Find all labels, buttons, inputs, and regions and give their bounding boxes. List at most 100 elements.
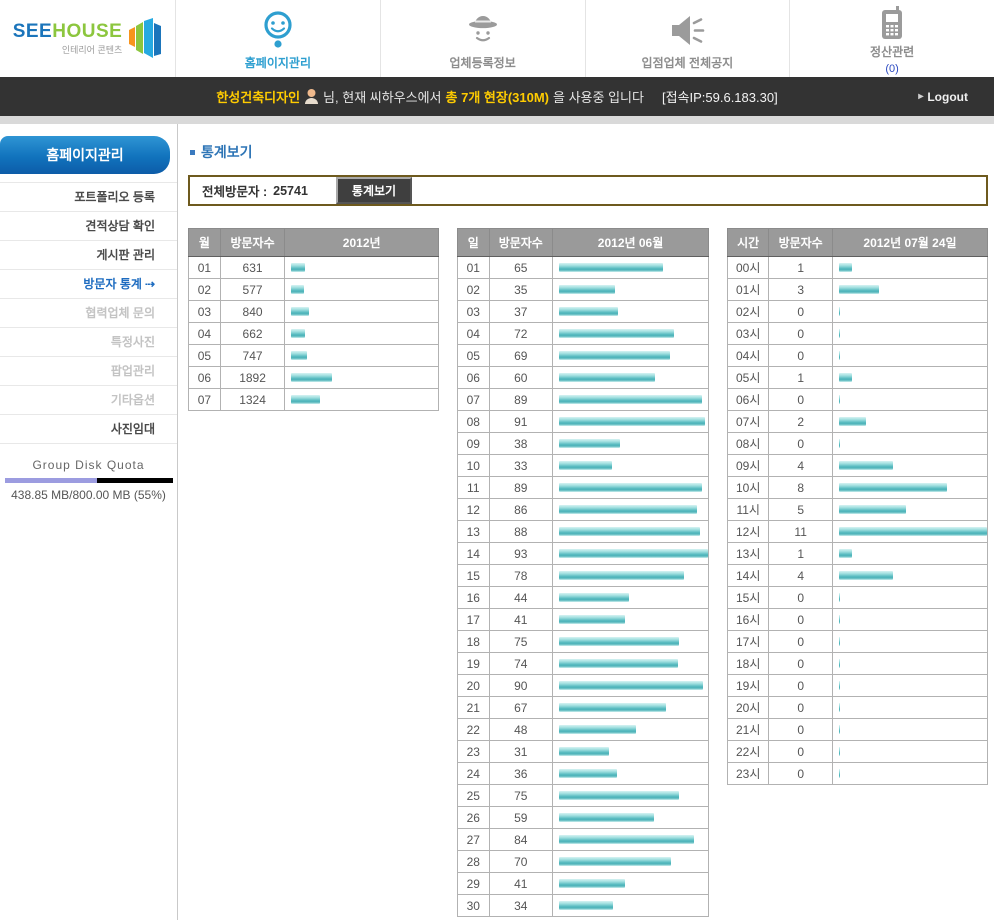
status-text-after: 을 사용중 입니다 bbox=[553, 87, 644, 106]
visitor-bar bbox=[839, 527, 987, 536]
sidebar-item[interactable]: 방문자 통계⇢ bbox=[0, 270, 177, 299]
period-cell: 17시 bbox=[728, 631, 769, 653]
bar-cell bbox=[285, 257, 439, 279]
bar-cell bbox=[832, 345, 987, 367]
visitors-count-cell: 59 bbox=[489, 807, 553, 829]
period-cell: 15 bbox=[458, 565, 489, 587]
visitor-bar bbox=[559, 527, 700, 536]
nav-item-notice-all[interactable]: 입점업체 전체공지 bbox=[585, 0, 790, 77]
visitors-count-cell: 0 bbox=[769, 609, 833, 631]
nav-item-homepage-manage[interactable]: 홈페이지관리 bbox=[175, 0, 380, 77]
bar-cell bbox=[553, 763, 709, 785]
bar-cell bbox=[285, 389, 439, 411]
column-header: 월 bbox=[189, 229, 221, 257]
visitors-count-cell: 72 bbox=[489, 323, 553, 345]
table-row: 0891 bbox=[458, 411, 709, 433]
settlement-count-badge: (0) bbox=[885, 63, 898, 75]
status-text-before: 님, 현재 씨하우스에서 bbox=[323, 87, 441, 106]
period-cell: 18시 bbox=[728, 653, 769, 675]
visitor-bar bbox=[291, 329, 305, 338]
visitor-bar bbox=[559, 703, 666, 712]
sidebar-item[interactable]: 포트폴리오 등록 bbox=[0, 183, 177, 212]
column-header: 2012년 bbox=[285, 229, 439, 257]
stats-tables: 월방문자수2012년016310257703840046620574706189… bbox=[188, 228, 988, 917]
visitor-bar bbox=[839, 417, 866, 426]
nav-item-settlement[interactable]: 정산관련 (0) bbox=[789, 0, 994, 77]
total-visitors-label: 전체방문자 : bbox=[202, 181, 267, 200]
table-row: 2248 bbox=[458, 719, 709, 741]
period-cell: 06 bbox=[458, 367, 489, 389]
visitor-bar bbox=[559, 681, 703, 690]
period-cell: 15시 bbox=[728, 587, 769, 609]
period-cell: 02 bbox=[189, 279, 221, 301]
view-stats-button[interactable]: 통계보기 bbox=[336, 177, 412, 204]
visitor-bar bbox=[839, 483, 947, 492]
visitors-count-cell: 8 bbox=[769, 477, 833, 499]
logo[interactable]: SEEHOUSE 인테리어 콘텐츠 bbox=[0, 0, 175, 77]
column-header: 2012년 06월 bbox=[553, 229, 709, 257]
visitors-count-cell: 31 bbox=[489, 741, 553, 763]
bar-cell bbox=[553, 697, 709, 719]
quota-text: 438.85 MB/800.00 MB (55%) bbox=[0, 488, 177, 502]
sidebar-menu: 포트폴리오 등록견적상담 확인게시판 관리방문자 통계⇢협력업체 문의특정사진팝… bbox=[0, 182, 177, 444]
bar-cell bbox=[553, 829, 709, 851]
table-row: 05시1 bbox=[728, 367, 988, 389]
bar-cell bbox=[553, 521, 709, 543]
period-cell: 29 bbox=[458, 873, 489, 895]
bar-cell bbox=[832, 477, 987, 499]
table-row: 2784 bbox=[458, 829, 709, 851]
period-cell: 20 bbox=[458, 675, 489, 697]
sidebar-item[interactable]: 게시판 관리 bbox=[0, 241, 177, 270]
table-row: 2436 bbox=[458, 763, 709, 785]
bar-cell bbox=[553, 587, 709, 609]
page-title: 통계보기 bbox=[201, 142, 253, 162]
table-row: 2941 bbox=[458, 873, 709, 895]
logout-button[interactable]: ▸ Logout bbox=[918, 77, 968, 116]
top-header: SEEHOUSE 인테리어 콘텐츠 bbox=[0, 0, 994, 77]
nav-item-company-info[interactable]: 업체등록정보 bbox=[380, 0, 585, 77]
visitor-bar bbox=[559, 505, 697, 514]
table-row: 1189 bbox=[458, 477, 709, 499]
sidebar-item[interactable]: 기타옵션 bbox=[0, 386, 177, 415]
visitor-bar bbox=[839, 747, 840, 756]
visitor-bar bbox=[559, 285, 615, 294]
table-row: 02577 bbox=[189, 279, 439, 301]
bar-cell bbox=[553, 367, 709, 389]
table-row: 04662 bbox=[189, 323, 439, 345]
bar-cell bbox=[553, 345, 709, 367]
table-row: 3034 bbox=[458, 895, 709, 917]
nav-label: 정산관련 bbox=[870, 43, 914, 60]
sidebar-item[interactable]: 협력업체 문의 bbox=[0, 299, 177, 328]
visitor-bar bbox=[839, 593, 840, 602]
period-cell: 19 bbox=[458, 653, 489, 675]
bar-cell bbox=[832, 389, 987, 411]
table-row: 16시0 bbox=[728, 609, 988, 631]
visitors-count-cell: 74 bbox=[489, 653, 553, 675]
smiley-pin-icon bbox=[260, 11, 296, 51]
sidebar-item[interactable]: 팝업관리 bbox=[0, 357, 177, 386]
sidebar-item[interactable]: 특정사진 bbox=[0, 328, 177, 357]
bar-cell bbox=[832, 279, 987, 301]
table-row: 02시0 bbox=[728, 301, 988, 323]
visitors-count-cell: 89 bbox=[489, 477, 553, 499]
table-row: 0789 bbox=[458, 389, 709, 411]
title-bullet-icon bbox=[190, 150, 195, 155]
visitors-count-cell: 662 bbox=[220, 323, 285, 345]
monthly-stats-table: 월방문자수2012년016310257703840046620574706189… bbox=[188, 228, 439, 411]
visitors-count-cell: 0 bbox=[769, 719, 833, 741]
table-row: 2167 bbox=[458, 697, 709, 719]
visitors-count-cell: 41 bbox=[489, 609, 553, 631]
table-row: 1741 bbox=[458, 609, 709, 631]
sidebar-item[interactable]: 견적상담 확인 bbox=[0, 212, 177, 241]
period-cell: 10 bbox=[458, 455, 489, 477]
visitors-count-cell: 37 bbox=[489, 301, 553, 323]
column-header: 방문자수 bbox=[220, 229, 285, 257]
period-cell: 14 bbox=[458, 543, 489, 565]
visitor-bar bbox=[291, 373, 332, 382]
period-cell: 05 bbox=[189, 345, 221, 367]
visitors-count-cell: 0 bbox=[769, 763, 833, 785]
visitor-bar bbox=[839, 505, 906, 514]
daily-stats-table: 일방문자수2012년 06월01650235033704720569066007… bbox=[457, 228, 709, 917]
sidebar-item[interactable]: 사진임대 bbox=[0, 415, 177, 444]
visitors-count-cell: 88 bbox=[489, 521, 553, 543]
